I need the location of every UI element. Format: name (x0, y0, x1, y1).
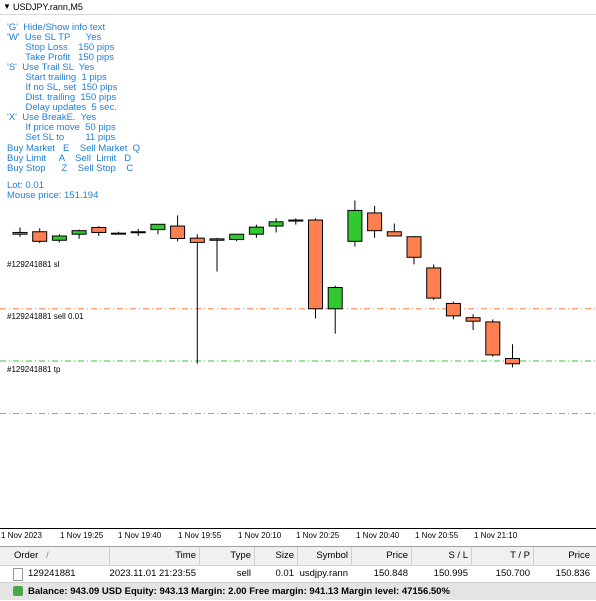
time-axis-label: 1 Nov 20:25 (296, 531, 340, 540)
candle-body (91, 226, 107, 233)
chart-area[interactable]: 'G' Hide/Show info text 'W' Use SL TP Yes… (0, 14, 596, 528)
info-line: Set SL to 11 pips (7, 132, 116, 143)
row-order[interactable]: 129241881 (28, 566, 76, 582)
time-axis-label: 1 Nov 21:10 (474, 531, 518, 540)
time-axis-label: 1 Nov 2023 (1, 531, 42, 540)
col-header-current-price[interactable]: Price (534, 547, 590, 565)
candle-body (327, 286, 343, 310)
tp-line-label: #129241881 tp (7, 365, 61, 374)
time-axis-label: 1 Nov 20:40 (356, 531, 400, 540)
row-tp[interactable]: 150.700 (472, 566, 530, 582)
col-header-symbol[interactable]: Symbol (298, 547, 348, 565)
row-symbol[interactable]: usdjpy.rann (290, 566, 348, 582)
row-current-price[interactable]: 150.836 (534, 566, 590, 582)
account-status-row: Balance: 943.09 USD Equity: 943.13 Margi… (0, 582, 596, 600)
sl-line-label: #129241881 sl (7, 260, 60, 269)
candle-body (51, 235, 67, 241)
candle-body (485, 321, 501, 356)
candle-body (465, 317, 481, 322)
candle-body (130, 231, 146, 234)
row-size[interactable]: 0.01 (255, 566, 295, 582)
candle-body (445, 302, 461, 317)
dropdown-arrow-icon[interactable]: ▼ (3, 0, 11, 14)
candle-body (71, 230, 87, 235)
account-status-text: Balance: 943.09 USD Equity: 943.13 Margi… (28, 586, 450, 597)
time-axis-label: 1 Nov 19:40 (118, 531, 162, 540)
time-axis-label: 1 Nov 19:25 (60, 531, 104, 540)
candle-body (288, 219, 304, 222)
mouse-price-text: Mouse price: 151.194 (7, 190, 99, 201)
terminal-panel: Order / Time Type Size Symbol Price S / … (0, 546, 596, 601)
row-time[interactable]: 2023.11.01 21:23:55 (100, 566, 196, 582)
candle-body (12, 231, 28, 235)
hotkey-line: Buy Stop Z Sell Stop C (7, 163, 134, 174)
candle-body (268, 221, 284, 227)
col-header-time[interactable]: Time (110, 547, 196, 565)
time-axis-label: 1 Nov 20:10 (238, 531, 282, 540)
candle-body (426, 267, 442, 299)
row-price[interactable]: 150.848 (352, 566, 408, 582)
candle-body (386, 231, 402, 237)
candle-body (308, 219, 323, 310)
chart-title: USDJPY.rann,M5 (13, 2, 83, 12)
candle-body (229, 233, 245, 241)
candle-body (189, 237, 205, 243)
row-sl[interactable]: 150.995 (412, 566, 468, 582)
row-type[interactable]: sell (200, 566, 251, 582)
col-header-order[interactable]: Order (14, 547, 38, 565)
candle-body (248, 226, 264, 235)
col-header-size[interactable]: Size (255, 547, 294, 565)
col-header-type[interactable]: Type (200, 547, 251, 565)
col-header-price[interactable]: Price (352, 547, 408, 565)
balance-icon (13, 586, 23, 596)
col-header-tp[interactable]: T / P (472, 547, 530, 565)
candle-body (150, 223, 166, 231)
candle-body (406, 236, 422, 258)
candle-body (32, 231, 48, 242)
sort-indicator-icon: / (46, 550, 49, 561)
order-document-icon (13, 568, 23, 581)
col-header-sl[interactable]: S / L (412, 547, 468, 565)
sell-line-label: #129241881 sell 0.01 (7, 312, 84, 321)
candle-body (209, 238, 225, 241)
time-axis: 1 Nov 2023 1 Nov 19:25 1 Nov 19:40 1 Nov 19… (0, 528, 596, 545)
candle-body (505, 357, 520, 365)
chart-title-bar: ▼ USDJPY.rann,M5 (0, 0, 596, 15)
candle-body (347, 209, 363, 242)
candle-body (111, 232, 126, 235)
time-axis-label: 1 Nov 20:55 (415, 531, 459, 540)
candle-body (170, 225, 186, 239)
time-axis-label: 1 Nov 19:55 (178, 531, 222, 540)
candle-body (367, 212, 383, 232)
